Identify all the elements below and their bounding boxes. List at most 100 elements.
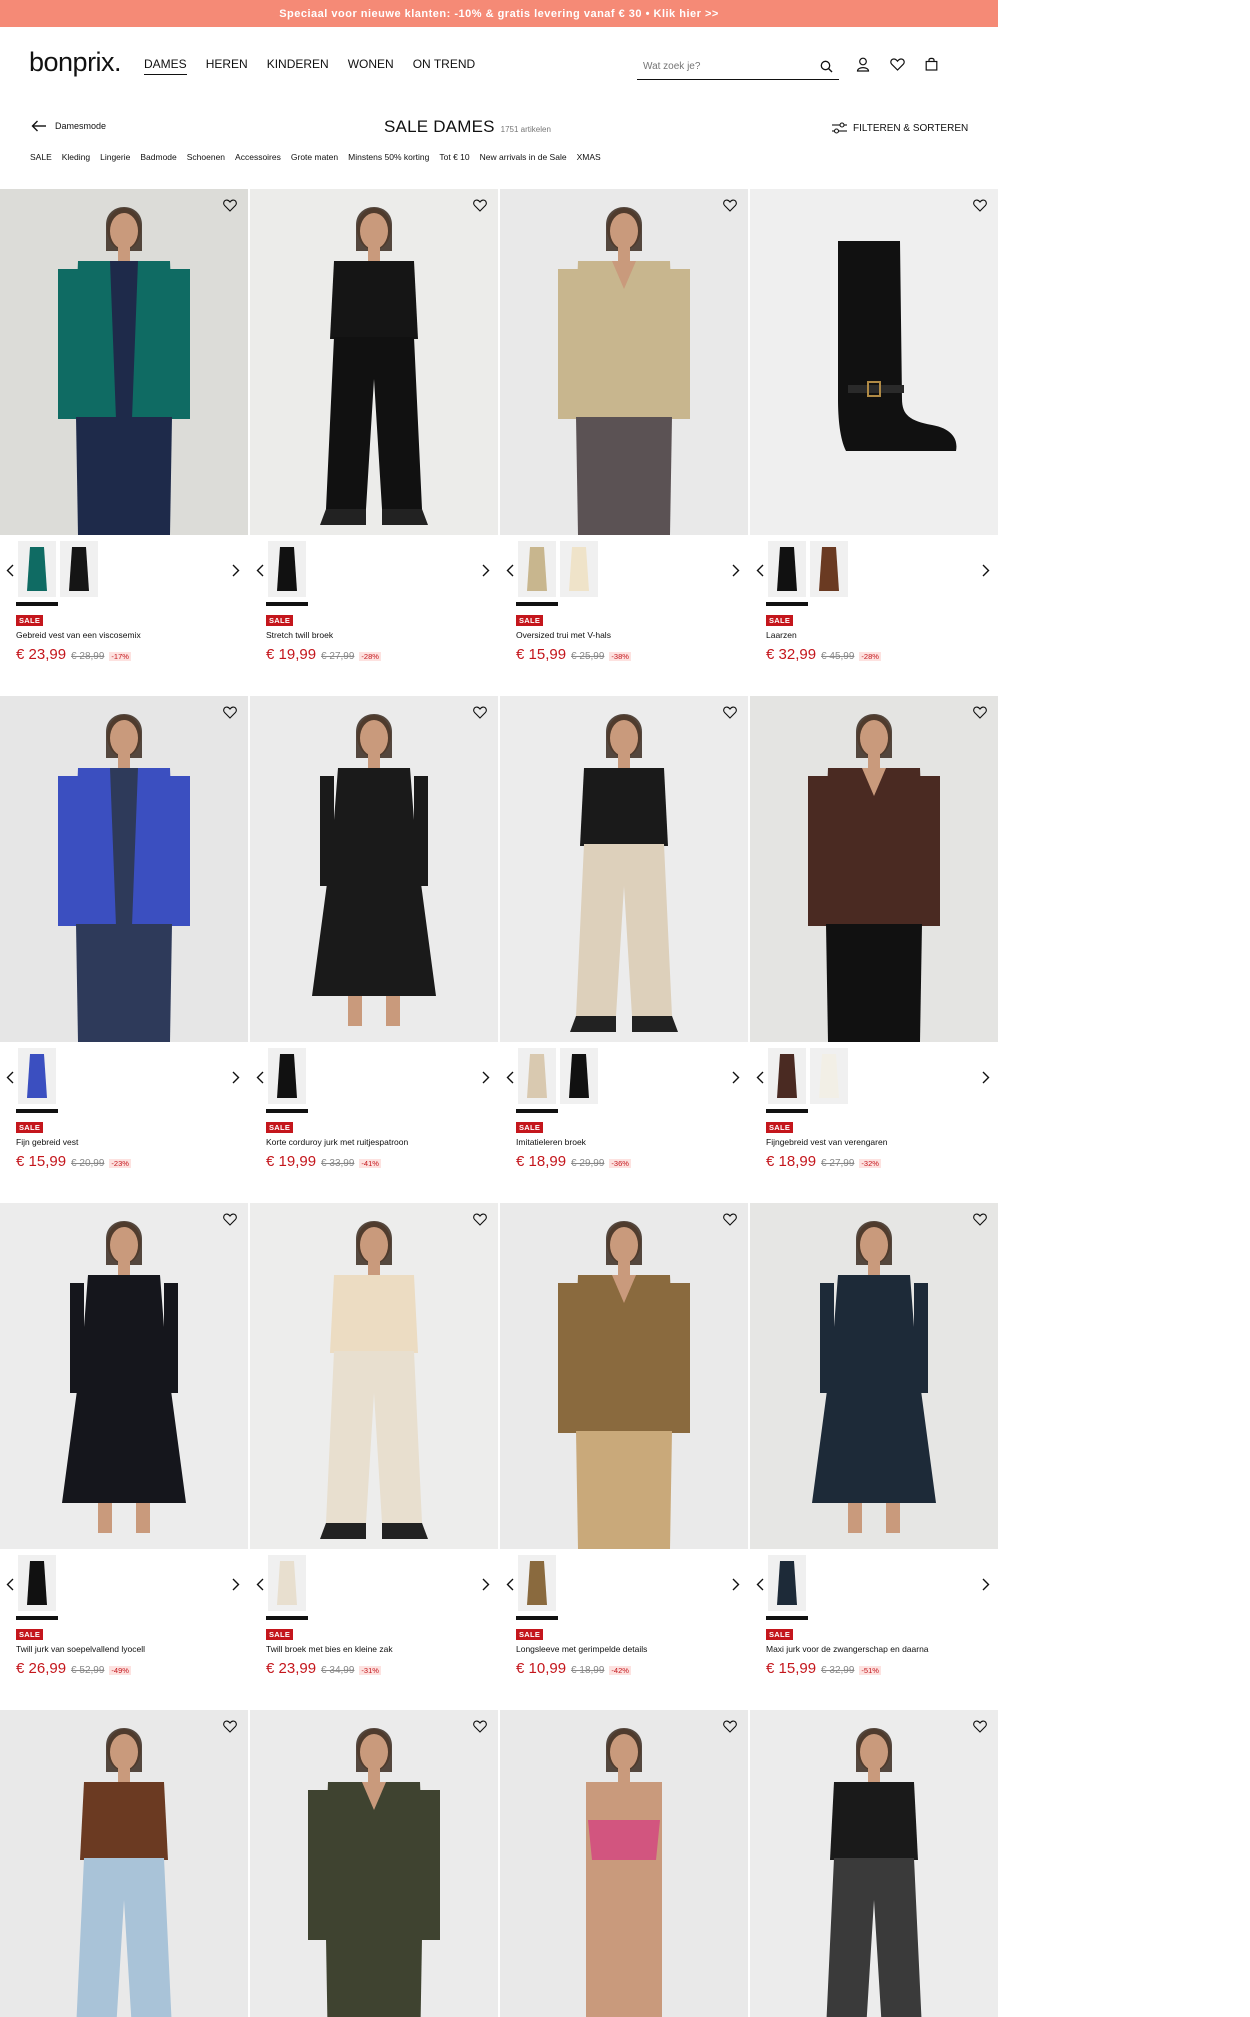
swatch-next-button[interactable] [980, 1577, 992, 1591]
product-card[interactable]: SALE Maxi jurk voor de zwangerschap en da… [750, 1203, 998, 1710]
product-photo[interactable] [750, 696, 998, 1042]
add-to-wishlist-button[interactable] [471, 1717, 489, 1735]
product-name[interactable]: Longsleeve met gerimpelde details [516, 1644, 647, 1654]
swatch-next-button[interactable] [730, 1070, 742, 1084]
product-name[interactable]: Gebreid vest van een viscosemix [16, 630, 141, 640]
product-photo[interactable] [500, 1203, 748, 1549]
product-card[interactable]: SALE Imitatieleren broek € 18,99 € 29,99 -36… [500, 696, 748, 1203]
color-swatch[interactable] [268, 541, 306, 597]
product-image[interactable] [500, 189, 748, 535]
product-image[interactable] [250, 1203, 498, 1549]
color-swatch[interactable] [810, 541, 848, 597]
product-name[interactable]: Fijn gebreid vest [16, 1137, 78, 1147]
category-xmas[interactable]: XMAS [577, 152, 601, 162]
color-swatch[interactable] [810, 1048, 848, 1104]
product-photo[interactable] [750, 1203, 998, 1549]
product-name[interactable]: Twill jurk van soepelvallend lyocell [16, 1644, 145, 1654]
swatch-next-button[interactable] [730, 563, 742, 577]
color-swatch[interactable] [768, 1048, 806, 1104]
color-swatch[interactable] [768, 541, 806, 597]
swatch-prev-button[interactable] [754, 1577, 766, 1591]
product-name[interactable]: Maxi jurk voor de zwangerschap en daarna [766, 1644, 929, 1654]
product-name[interactable]: Imitatieleren broek [516, 1137, 586, 1147]
nav-heren[interactable]: HEREN [206, 57, 248, 75]
category-accessoires[interactable]: Accessoires [235, 152, 281, 162]
product-card[interactable]: SALE Stretch twill broek € 19,99 € 27,99 -28… [250, 189, 498, 696]
color-swatch[interactable] [518, 1048, 556, 1104]
category-tot-10[interactable]: Tot € 10 [439, 152, 469, 162]
product-photo[interactable] [250, 1710, 498, 2017]
swatch-next-button[interactable] [230, 563, 242, 577]
category-schoenen[interactable]: Schoenen [187, 152, 225, 162]
product-card[interactable]: SALE Fijn gebreid vest € 15,99 € 20,99 -23% [0, 696, 248, 1203]
swatch-prev-button[interactable] [254, 1577, 266, 1591]
product-image[interactable] [0, 696, 248, 1042]
add-to-wishlist-button[interactable] [221, 1210, 239, 1228]
product-photo[interactable] [500, 189, 748, 535]
product-photo[interactable] [0, 696, 248, 1042]
product-photo[interactable] [0, 1203, 248, 1549]
color-swatch[interactable] [560, 1048, 598, 1104]
product-image[interactable] [250, 696, 498, 1042]
swatch-next-button[interactable] [480, 563, 492, 577]
product-photo[interactable] [250, 1203, 498, 1549]
product-image[interactable] [0, 189, 248, 535]
color-swatch[interactable] [768, 1555, 806, 1611]
product-card[interactable] [750, 1710, 998, 2017]
category-badmode[interactable]: Badmode [140, 152, 176, 162]
nav-wonen[interactable]: WONEN [348, 57, 394, 75]
product-photo[interactable] [500, 1710, 748, 2017]
product-image[interactable] [500, 696, 748, 1042]
swatch-next-button[interactable] [980, 563, 992, 577]
color-swatch[interactable] [18, 1048, 56, 1104]
product-card[interactable]: SALE Laarzen € 32,99 € 45,99 -28% [750, 189, 998, 696]
category-kleding[interactable]: Kleding [62, 152, 90, 162]
product-image[interactable] [750, 1710, 998, 2017]
color-swatch[interactable] [18, 541, 56, 597]
product-image[interactable] [250, 189, 498, 535]
swatch-prev-button[interactable] [754, 1070, 766, 1084]
cart-icon[interactable] [922, 55, 940, 73]
search-icon[interactable] [817, 58, 835, 76]
swatch-next-button[interactable] [480, 1577, 492, 1591]
category-sale[interactable]: SALE [30, 152, 52, 162]
product-name[interactable]: Oversized trui met V-hals [516, 630, 611, 640]
product-photo[interactable] [250, 189, 498, 535]
product-photo[interactable] [0, 189, 248, 535]
product-image[interactable] [500, 1203, 748, 1549]
swatch-next-button[interactable] [980, 1070, 992, 1084]
product-card[interactable]: SALE Twill broek met bies en kleine zak € … [250, 1203, 498, 1710]
product-card[interactable]: SALE Twill jurk van soepelvallend lyocell… [0, 1203, 248, 1710]
product-photo[interactable] [750, 1710, 998, 2017]
add-to-wishlist-button[interactable] [971, 1717, 989, 1735]
add-to-wishlist-button[interactable] [471, 1210, 489, 1228]
product-photo[interactable] [750, 189, 998, 535]
product-card[interactable]: SALE Gebreid vest van een viscosemix € 23,… [0, 189, 248, 696]
product-image[interactable] [750, 696, 998, 1042]
product-card[interactable] [0, 1710, 248, 2017]
product-image[interactable] [500, 1710, 748, 2017]
category-minstens-50[interactable]: Minstens 50% korting [348, 152, 429, 162]
nav-kinderen[interactable]: KINDEREN [267, 57, 329, 75]
swatch-next-button[interactable] [230, 1577, 242, 1591]
swatch-prev-button[interactable] [504, 563, 516, 577]
color-swatch[interactable] [268, 1048, 306, 1104]
promo-banner[interactable]: Speciaal voor nieuwe klanten: -10% & gra… [0, 0, 998, 27]
swatch-next-button[interactable] [230, 1070, 242, 1084]
product-image[interactable] [0, 1710, 248, 2017]
product-card[interactable]: SALE Korte corduroy jurk met ruitjespatro… [250, 696, 498, 1203]
product-name[interactable]: Stretch twill broek [266, 630, 333, 640]
category-grote-maten[interactable]: Grote maten [291, 152, 338, 162]
product-image[interactable] [750, 1203, 998, 1549]
add-to-wishlist-button[interactable] [971, 703, 989, 721]
product-image[interactable] [0, 1203, 248, 1549]
swatch-prev-button[interactable] [504, 1577, 516, 1591]
add-to-wishlist-button[interactable] [971, 1210, 989, 1228]
add-to-wishlist-button[interactable] [221, 703, 239, 721]
wishlist-icon[interactable] [888, 55, 906, 73]
account-icon[interactable] [854, 55, 872, 73]
product-card[interactable]: SALE Oversized trui met V-hals € 15,99 € 25… [500, 189, 748, 696]
swatch-prev-button[interactable] [254, 563, 266, 577]
product-card[interactable] [500, 1710, 748, 2017]
swatch-prev-button[interactable] [4, 563, 16, 577]
